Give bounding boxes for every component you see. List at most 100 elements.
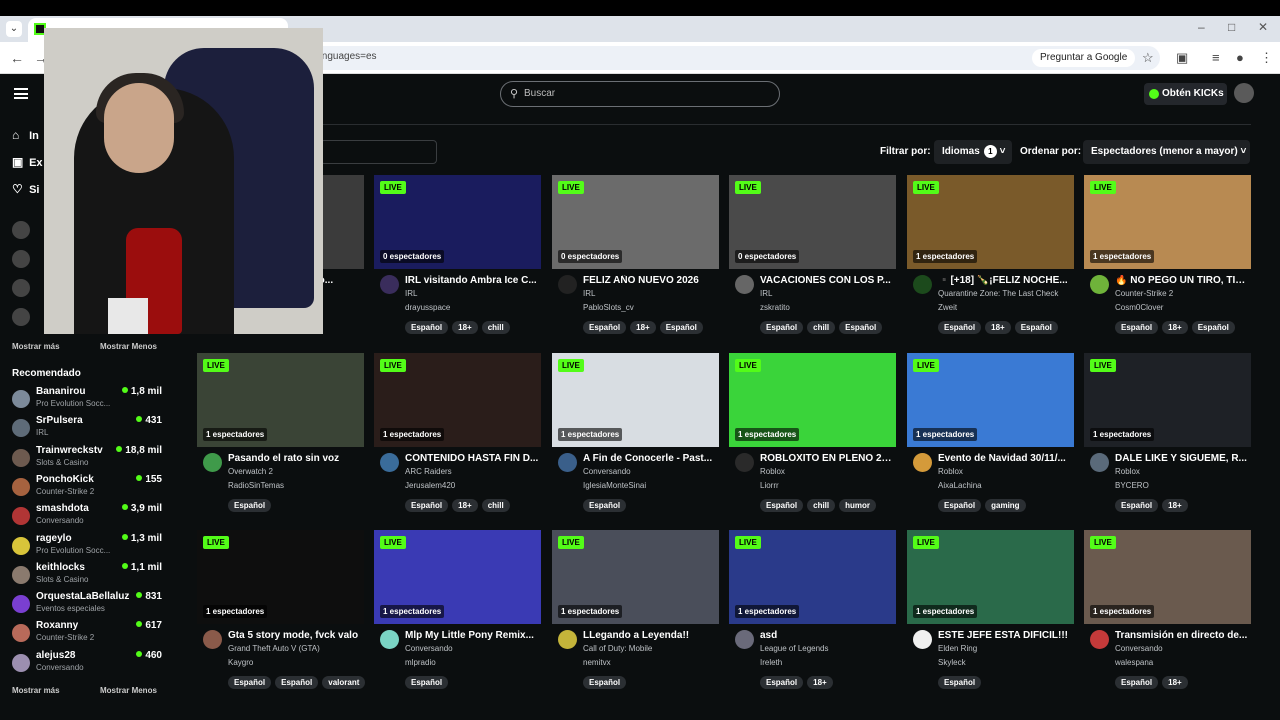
search-input[interactable]: ⚲ Buscar xyxy=(500,81,780,107)
tag-chip[interactable]: Español xyxy=(839,321,883,334)
stream-category[interactable]: Roblox xyxy=(1115,467,1140,476)
stream-thumbnail[interactable]: LIVE 0 espectadores xyxy=(374,175,541,269)
stream-title[interactable]: ROBLOXITO EN PLENO 20... xyxy=(760,453,894,464)
stream-category[interactable]: Roblox xyxy=(760,467,785,476)
tag-chip[interactable]: 18+ xyxy=(630,321,656,334)
tag-chip[interactable]: Español xyxy=(1191,321,1235,334)
streamer-name[interactable]: BYCERO xyxy=(1115,481,1149,490)
streamer-name[interactable]: drayusspace xyxy=(405,303,450,312)
tag-chip[interactable]: chill xyxy=(481,499,510,512)
extensions-icon[interactable]: ▣ xyxy=(1176,50,1188,66)
streamer-name[interactable]: RadioSinTemas xyxy=(228,481,284,490)
streamer-name[interactable]: Skyleck xyxy=(938,658,966,667)
tag-chip[interactable]: Español xyxy=(938,499,982,512)
hamburger-menu-icon[interactable] xyxy=(14,88,28,99)
stream-category[interactable]: Elden Ring xyxy=(938,644,977,653)
stream-card[interactable]: LIVE 1 espectadores ESTE JEFE ESTA DIFICIL… xyxy=(907,530,1074,700)
streamer-name[interactable]: Jerusalem420 xyxy=(405,481,455,490)
streamer-avatar[interactable] xyxy=(1090,453,1109,472)
streamer-name[interactable]: Liorrr xyxy=(760,481,779,490)
stream-title[interactable]: CONTENIDO HASTA FIN D... xyxy=(405,453,539,464)
streamer-avatar[interactable] xyxy=(735,453,754,472)
stream-title[interactable]: DALE LIKE Y SIGUEME, R... xyxy=(1115,453,1249,464)
tag-chip[interactable]: Español xyxy=(1014,321,1058,334)
tag-chip[interactable]: Español xyxy=(405,321,449,334)
stream-card[interactable]: LIVE 1 espectadores ROBLOXITO EN PLENO 20.… xyxy=(729,353,896,523)
tag-chip[interactable]: 18+ xyxy=(1162,676,1188,689)
tag-chip[interactable]: Español xyxy=(1115,321,1159,334)
stream-card[interactable]: LIVE 1 espectadores asd League of Legends Ir… xyxy=(729,530,896,700)
tag-chip[interactable]: 18+ xyxy=(452,321,478,334)
streamer-avatar[interactable] xyxy=(913,630,932,649)
stream-category[interactable]: Quarantine Zone: The Last Check xyxy=(938,289,1058,298)
tag-chip[interactable]: Español xyxy=(1115,676,1159,689)
tag-chip[interactable]: gaming xyxy=(985,499,1026,512)
streamer-avatar[interactable] xyxy=(735,275,754,294)
media-icon[interactable]: ≡ xyxy=(1212,50,1220,65)
streamer-name[interactable]: Cosm0Clover xyxy=(1115,303,1163,312)
streamer-avatar[interactable] xyxy=(203,630,222,649)
recommended-channel[interactable]: PonchoKick Counter-Strike 2 155 xyxy=(12,474,162,502)
languages-dropdown[interactable]: Idiomas 1 ˅ xyxy=(934,140,1012,164)
stream-category[interactable]: IRL xyxy=(760,289,772,298)
stream-title[interactable]: asd xyxy=(760,630,894,641)
sidebar-item-home[interactable]: ⌂ In xyxy=(12,128,39,148)
recommended-channel[interactable]: alejus28 Conversando 460 xyxy=(12,650,162,678)
stream-title[interactable]: FELIZ AÑO NUEVO 2026 xyxy=(583,275,717,286)
stream-title[interactable]: VACACIONES CON LOS P... xyxy=(760,275,894,286)
stream-thumbnail[interactable]: LIVE 1 espectadores xyxy=(1084,530,1251,624)
streamer-avatar[interactable] xyxy=(203,453,222,472)
stream-category[interactable]: IRL xyxy=(583,289,595,298)
tag-chip[interactable]: humor xyxy=(839,499,877,512)
stream-title[interactable]: A Fin de Conocerle - Past... xyxy=(583,453,717,464)
tag-chip[interactable]: Español xyxy=(275,676,319,689)
profile-icon[interactable]: ● xyxy=(1236,50,1244,65)
category-filter-input[interactable] xyxy=(320,140,437,164)
tag-chip[interactable]: Español xyxy=(583,321,627,334)
stream-category[interactable]: IRL xyxy=(405,289,417,298)
streamer-avatar[interactable] xyxy=(558,275,577,294)
stream-title[interactable]: Transmisión en directo de... xyxy=(1115,630,1249,641)
recommended-channel[interactable]: Trainwreckstv Slots & Casino 18,8 mil xyxy=(12,445,162,473)
tag-chip[interactable]: Español xyxy=(760,676,804,689)
stream-category[interactable]: ARC Raiders xyxy=(405,467,452,476)
stream-thumbnail[interactable]: LIVE 1 espectadores xyxy=(907,353,1074,447)
streamer-name[interactable]: nemitvx xyxy=(583,658,611,667)
streamer-name[interactable]: walespana xyxy=(1115,658,1153,667)
stream-thumbnail[interactable]: LIVE 1 espectadores xyxy=(374,353,541,447)
tag-chip[interactable]: 18+ xyxy=(1162,321,1188,334)
tag-chip[interactable]: chill xyxy=(807,499,836,512)
recommended-channel[interactable]: Roxanny Counter-Strike 2 617 xyxy=(12,620,162,648)
stream-thumbnail[interactable]: LIVE 1 espectadores xyxy=(1084,175,1251,269)
user-avatar[interactable] xyxy=(1234,83,1254,103)
stream-card[interactable]: LIVE 0 espectadores IRL visitando Ambra Ic… xyxy=(374,175,541,345)
streamer-name[interactable]: zskratito xyxy=(760,303,790,312)
tag-chip[interactable]: Español xyxy=(405,676,449,689)
stream-category[interactable]: Conversando xyxy=(1115,644,1163,653)
ask-google-button[interactable]: Preguntar a Google xyxy=(1032,49,1136,67)
streamer-avatar[interactable] xyxy=(380,275,399,294)
stream-category[interactable]: Overwatch 2 xyxy=(228,467,273,476)
tag-chip[interactable]: Español xyxy=(583,499,627,512)
tag-chip[interactable]: 18+ xyxy=(807,676,833,689)
stream-title[interactable]: Pasando el rato sin voz xyxy=(228,453,362,464)
tag-chip[interactable]: 18+ xyxy=(452,499,478,512)
stream-category[interactable]: Call of Duty: Mobile xyxy=(583,644,652,653)
stream-thumbnail[interactable]: LIVE 1 espectadores xyxy=(552,353,719,447)
recommended-channel[interactable]: Bananirou Pro Evolution Socc... 1,8 mil xyxy=(12,386,162,414)
sort-dropdown[interactable]: Espectadores (menor a mayor) ˅ xyxy=(1083,140,1250,164)
maximize-icon[interactable]: □ xyxy=(1228,20,1235,34)
stream-card[interactable]: LIVE 1 espectadores Transmisión en directo… xyxy=(1084,530,1251,700)
streamer-avatar[interactable] xyxy=(913,453,932,472)
stream-thumbnail[interactable]: LIVE 1 espectadores xyxy=(729,353,896,447)
bookmark-star-icon[interactable]: ☆ xyxy=(1142,50,1154,66)
stream-card[interactable]: LIVE 1 espectadores 🔥 NO PEGO UN TIRO, TIR… xyxy=(1084,175,1251,345)
streamer-name[interactable]: PabloSlots_cv xyxy=(583,303,634,312)
stream-card[interactable]: LIVE 1 espectadores A Fin de Conocerle - P… xyxy=(552,353,719,523)
streamer-avatar[interactable] xyxy=(913,275,932,294)
recommended-channel[interactable]: OrquestaLaBellaluz Eventos especiales 831 xyxy=(12,591,162,619)
stream-title[interactable]: LLegando a Leyenda!! xyxy=(583,630,717,641)
tag-chip[interactable]: Español xyxy=(405,499,449,512)
stream-category[interactable]: Roblox xyxy=(938,467,963,476)
menu-dots-icon[interactable]: ⋮ xyxy=(1260,50,1273,66)
